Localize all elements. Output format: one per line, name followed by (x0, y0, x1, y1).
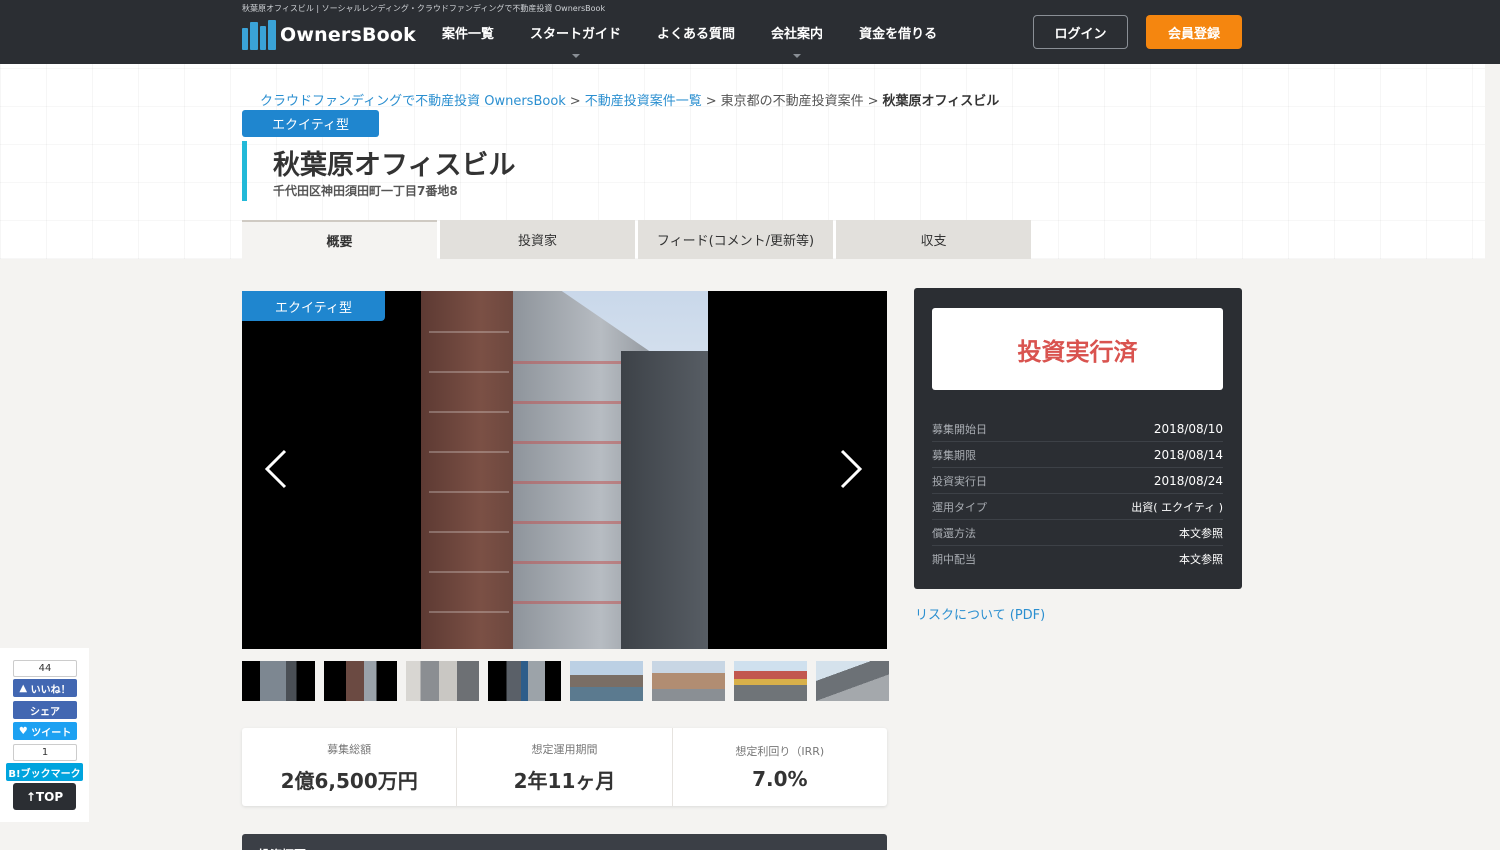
breadcrumb-region[interactable]: 東京都の不動産投資案件 (721, 94, 864, 109)
gallery-next-button[interactable] (830, 449, 870, 489)
logo-building-icon (242, 20, 276, 50)
thumbnail[interactable] (570, 661, 643, 701)
thumbnail-strip (242, 661, 889, 701)
tab-investors[interactable]: 投資家 (440, 220, 635, 259)
breadcrumb: クラウドファンディングで不動産投資 OwnersBook > 不動産投資案件一覧 > 東… (260, 94, 1000, 109)
hatena-count: 1 (13, 744, 77, 761)
building-photo (421, 291, 708, 649)
site-header: 秋葉原オフィスビル | ソーシャルレンディング・クラウドファンディングで不動産投… (0, 0, 1500, 64)
logo[interactable]: OwnersBook (242, 20, 416, 50)
facebook-like-button[interactable]: ▲ いいね！ (13, 679, 77, 697)
back-to-top-button[interactable]: ↑TOP (13, 783, 76, 810)
status-panel: 投資実行済 募集開始日 2018/08/10 募集期限 2018/08/14 投資実… (914, 288, 1242, 589)
tab-feed[interactable]: フィード(コメント/更新等) (638, 220, 833, 259)
title-accent-bar (242, 141, 247, 201)
info-row: 募集開始日 2018/08/10 (932, 416, 1223, 442)
hatena-bookmark-button[interactable]: B!ブックマーク (6, 763, 83, 781)
stat-total-amount: 募集総額 2億6,500万円 (242, 728, 458, 806)
nav-item-company[interactable]: 会社案内 (753, 0, 841, 64)
gallery-prev-button[interactable] (257, 449, 297, 489)
thumbnail[interactable] (816, 661, 889, 701)
caret-down-icon (793, 54, 802, 58)
nav-item-borrow[interactable]: 資金を借りる (841, 0, 955, 64)
section-heading: 投資概要 (242, 834, 887, 850)
tab-financials[interactable]: 収支 (836, 220, 1031, 259)
main-nav: 案件一覧 スタートガイド よくある質問 会社案内 資金を借りる (424, 0, 955, 64)
info-row: 運用タイプ 出資( エクイティ ) (932, 494, 1223, 520)
breadcrumb-home-link[interactable]: クラウドファンディングで不動産投資 OwnersBook (260, 94, 566, 109)
stat-yield: 想定利回り（IRR) 7.0% (735, 745, 825, 791)
info-row: 投資実行日 2018/08/24 (932, 468, 1223, 494)
thumbs-up-icon: ▲ (19, 682, 31, 694)
risk-pdf-link[interactable]: リスクについて (PDF) (915, 604, 1045, 623)
property-address: 千代田区神田須田町一丁目7番地8 (273, 184, 458, 198)
tab-bar: 概要 投資家 フィード(コメント/更新等) 収支 (242, 220, 1031, 259)
thumbnail[interactable] (324, 661, 397, 701)
thumbnail[interactable] (734, 661, 807, 701)
photo-type-badge: エクイティ型 (242, 291, 385, 321)
social-share-bar: 44 ▲ いいね！ シェア ♥ ツイート 1 B!ブックマーク ↑TOP (0, 648, 89, 822)
login-button[interactable]: ログイン (1033, 15, 1128, 49)
breadcrumb-current: 秋葉原オフィスビル (882, 94, 1000, 109)
thumbnail[interactable] (406, 661, 479, 701)
key-stats: 募集総額 2億6,500万円 想定運用期間 2年11ヶ月 想定利回り（IRR) … (242, 728, 887, 806)
page-title: 秋葉原オフィスビル (273, 150, 516, 181)
breadcrumb-list-link[interactable]: 不動産投資案件一覧 (585, 94, 702, 109)
tab-overview[interactable]: 概要 (242, 220, 437, 259)
nav-item-faq[interactable]: よくある質問 (639, 0, 753, 64)
thumbnail[interactable] (488, 661, 561, 701)
info-row: 募集期限 2018/08/14 (932, 442, 1223, 468)
photo-gallery[interactable] (242, 291, 887, 649)
status-badge: 投資実行済 (932, 308, 1223, 390)
logo-text: OwnersBook (280, 24, 417, 46)
scrollbar-track[interactable] (1485, 64, 1500, 850)
info-row: 期中配当 本文参照 (932, 553, 1223, 566)
thumbnail[interactable] (242, 661, 315, 701)
caret-down-icon (571, 54, 580, 58)
chevron-right-icon (840, 449, 863, 489)
chevron-left-icon (264, 449, 287, 489)
register-button[interactable]: 会員登録 (1146, 15, 1242, 49)
schedule-list: 募集開始日 2018/08/10 募集期限 2018/08/14 投資実行日 2018… (932, 416, 1223, 572)
nav-item-start-guide[interactable]: スタートガイド (512, 0, 639, 64)
type-badge: エクイティ型 (242, 110, 379, 137)
twitter-bird-icon: ♥ (18, 725, 32, 737)
stat-period: 想定運用期間 2年11ヶ月 (457, 728, 673, 806)
nav-item-projects[interactable]: 案件一覧 (424, 0, 512, 64)
tweet-button[interactable]: ♥ ツイート (13, 722, 77, 740)
info-row: 償還方法 本文参照 (932, 520, 1223, 546)
like-count: 44 (13, 660, 77, 677)
facebook-share-button[interactable]: シェア (13, 701, 77, 719)
thumbnail[interactable] (652, 661, 725, 701)
